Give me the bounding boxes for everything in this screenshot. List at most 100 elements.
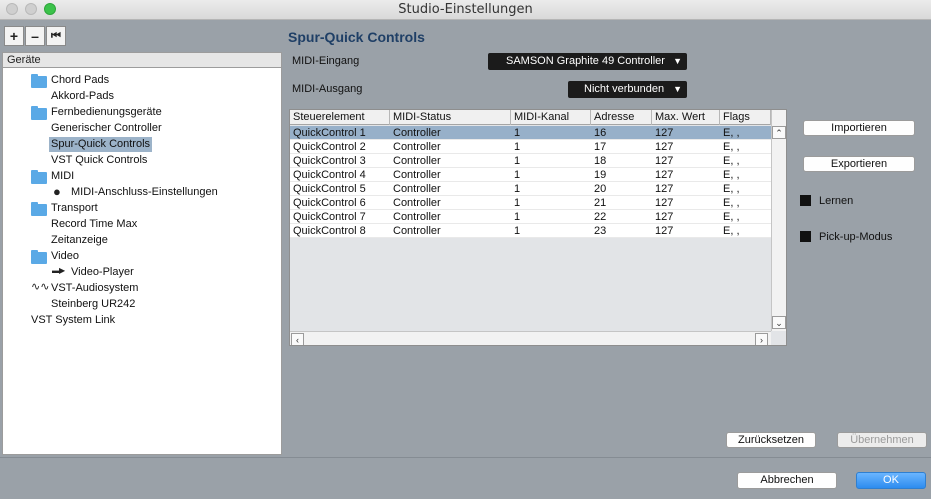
column-header-midi-status[interactable]: MIDI-Status bbox=[390, 110, 511, 125]
scroll-down-icon[interactable]: ⌄ bbox=[772, 316, 786, 329]
cell-midi-status: Controller bbox=[393, 127, 441, 139]
scroll-right-icon[interactable]: › bbox=[755, 333, 768, 345]
folder-icon bbox=[31, 74, 47, 88]
cell-adresse: 23 bbox=[594, 225, 607, 237]
cell-steuerelement: QuickControl 3 bbox=[293, 155, 366, 167]
column-header-adresse[interactable]: Adresse bbox=[591, 110, 652, 125]
folder-icon bbox=[31, 250, 47, 264]
scroll-left-icon[interactable]: ‹ bbox=[291, 333, 304, 345]
cell-adresse: 19 bbox=[594, 169, 607, 181]
tree-item-record-time-max[interactable]: Record Time Max bbox=[51, 217, 137, 232]
cell-midi-status: Controller bbox=[393, 155, 441, 167]
tree-item-spur-quick-controls[interactable]: Spur-Quick Controls bbox=[49, 137, 153, 152]
cell-adresse: 20 bbox=[594, 183, 607, 195]
tree-item-video[interactable]: Video bbox=[51, 249, 79, 264]
title-bar: Studio-Einstellungen bbox=[0, 0, 931, 20]
cell-midi-status: Controller bbox=[393, 197, 441, 209]
tree-header: Geräte bbox=[2, 52, 282, 68]
cell-max-wert: 127 bbox=[655, 211, 674, 223]
cell-steuerelement: QuickControl 5 bbox=[293, 183, 366, 195]
cell-max-wert: 127 bbox=[655, 141, 674, 153]
cell-adresse: 16 bbox=[594, 127, 607, 139]
table-row[interactable]: QuickControl 1 Controller 1 16 127 E, , bbox=[290, 126, 771, 140]
cell-adresse: 22 bbox=[594, 211, 607, 223]
apply-button[interactable]: Übernehmen bbox=[837, 432, 927, 448]
cell-midi-kanal: 1 bbox=[514, 127, 521, 139]
table-row[interactable]: QuickControl 8 Controller 1 23 127 E, , bbox=[290, 224, 771, 238]
table-header: Steuerelement MIDI-Status MIDI-Kanal Adr… bbox=[290, 110, 771, 125]
tree-item-akkord-pads[interactable]: Akkord-Pads bbox=[51, 89, 114, 104]
export-button[interactable]: Exportieren bbox=[803, 156, 915, 172]
tree-item-chord-pads[interactable]: Chord Pads bbox=[51, 73, 109, 88]
cell-flags: E, , bbox=[723, 141, 740, 153]
tree-item-generischer-controller[interactable]: Generischer Controller bbox=[51, 121, 162, 136]
reset-button[interactable]: Zurücksetzen bbox=[726, 432, 816, 448]
cell-midi-kanal: 1 bbox=[514, 141, 521, 153]
cell-steuerelement: QuickControl 6 bbox=[293, 197, 366, 209]
cell-steuerelement: QuickControl 8 bbox=[293, 225, 366, 237]
ok-button[interactable]: OK bbox=[856, 472, 926, 489]
tree-item-video-player[interactable]: Video-Player bbox=[71, 265, 134, 280]
cell-max-wert: 127 bbox=[655, 127, 674, 139]
pickup-mode-label: Pick-up-Modus bbox=[819, 231, 893, 243]
table-row[interactable]: QuickControl 5 Controller 1 20 127 E, , bbox=[290, 182, 771, 196]
window-title: Studio-Einstellungen bbox=[398, 2, 533, 17]
tree-item-steinberg-ur242[interactable]: Steinberg UR242 bbox=[51, 297, 135, 312]
add-device-button[interactable]: + bbox=[4, 26, 24, 46]
midi-port-icon: ● bbox=[53, 184, 61, 199]
device-toolbar: + – ⏮ bbox=[2, 24, 282, 50]
table-horizontal-scrollbar[interactable]: ‹ › bbox=[290, 331, 771, 345]
table-row[interactable]: QuickControl 6 Controller 1 21 127 E, , bbox=[290, 196, 771, 210]
column-header-steuerelement[interactable]: Steuerelement bbox=[290, 110, 390, 125]
cell-midi-kanal: 1 bbox=[514, 169, 521, 181]
cell-max-wert: 127 bbox=[655, 197, 674, 209]
table-row[interactable]: QuickControl 7 Controller 1 22 127 E, , bbox=[290, 210, 771, 224]
cell-midi-status: Controller bbox=[393, 211, 441, 223]
table-row[interactable]: QuickControl 4 Controller 1 19 127 E, , bbox=[290, 168, 771, 182]
tree-item-midi[interactable]: MIDI bbox=[51, 169, 74, 184]
learn-checkbox[interactable] bbox=[800, 195, 811, 206]
cell-max-wert: 127 bbox=[655, 155, 674, 167]
reset-device-button[interactable]: ⏮ bbox=[46, 26, 66, 46]
scroll-up-icon[interactable]: ⌃ bbox=[772, 126, 786, 139]
table-row[interactable]: QuickControl 2 Controller 1 17 127 E, , bbox=[290, 140, 771, 154]
tree-item-vst-audiosystem[interactable]: VST-Audiosystem bbox=[51, 281, 138, 296]
device-tree: Chord Pads Akkord-Pads Fernbedienungsger… bbox=[2, 68, 282, 455]
cell-flags: E, , bbox=[723, 225, 740, 237]
tree-item-vst-quick-controls[interactable]: VST Quick Controls bbox=[51, 153, 147, 168]
import-button[interactable]: Importieren bbox=[803, 120, 915, 136]
audio-wave-icon: ∿∿ bbox=[31, 281, 50, 293]
midi-output-dropdown[interactable]: Nicht verbunden ▼ bbox=[568, 81, 687, 98]
cell-flags: E, , bbox=[723, 127, 740, 139]
midi-output-value: Nicht verbunden bbox=[584, 83, 665, 95]
cell-flags: E, , bbox=[723, 211, 740, 223]
table-row[interactable]: QuickControl 3 Controller 1 18 127 E, , bbox=[290, 154, 771, 168]
midi-input-dropdown[interactable]: SAMSON Graphite 49 Controller ▼ bbox=[488, 53, 687, 70]
tree-item-fernbedienungsgeraete[interactable]: Fernbedienungsgeräte bbox=[51, 105, 162, 120]
cell-adresse: 21 bbox=[594, 197, 607, 209]
column-header-max-wert[interactable]: Max. Wert bbox=[652, 110, 720, 125]
tree-item-midi-anschluss-einstellungen[interactable]: MIDI-Anschluss-Einstellungen bbox=[71, 185, 218, 200]
cell-midi-kanal: 1 bbox=[514, 155, 521, 167]
pickup-mode-checkbox[interactable] bbox=[800, 231, 811, 242]
cell-midi-status: Controller bbox=[393, 225, 441, 237]
cell-midi-kanal: 1 bbox=[514, 183, 521, 195]
cell-max-wert: 127 bbox=[655, 183, 674, 195]
folder-icon bbox=[31, 106, 47, 120]
column-header-midi-kanal[interactable]: MIDI-Kanal bbox=[511, 110, 591, 125]
tree-item-zeitanzeige[interactable]: Zeitanzeige bbox=[51, 233, 108, 248]
cell-max-wert: 127 bbox=[655, 225, 674, 237]
cancel-button[interactable]: Abbrechen bbox=[737, 472, 837, 489]
cell-flags: E, , bbox=[723, 183, 740, 195]
table-vertical-scrollbar[interactable]: ⌃ ⌄ bbox=[771, 110, 786, 331]
remove-device-button[interactable]: – bbox=[25, 26, 45, 46]
footer-divider bbox=[0, 457, 931, 458]
cell-max-wert: 127 bbox=[655, 169, 674, 181]
tree-item-transport[interactable]: Transport bbox=[51, 201, 98, 216]
cell-steuerelement: QuickControl 2 bbox=[293, 141, 366, 153]
cell-steuerelement: QuickControl 1 bbox=[293, 127, 366, 139]
cell-midi-kanal: 1 bbox=[514, 225, 521, 237]
tree-item-vst-system-link[interactable]: VST System Link bbox=[31, 313, 115, 328]
column-header-flags[interactable]: Flags bbox=[720, 110, 771, 125]
folder-icon bbox=[31, 202, 47, 216]
